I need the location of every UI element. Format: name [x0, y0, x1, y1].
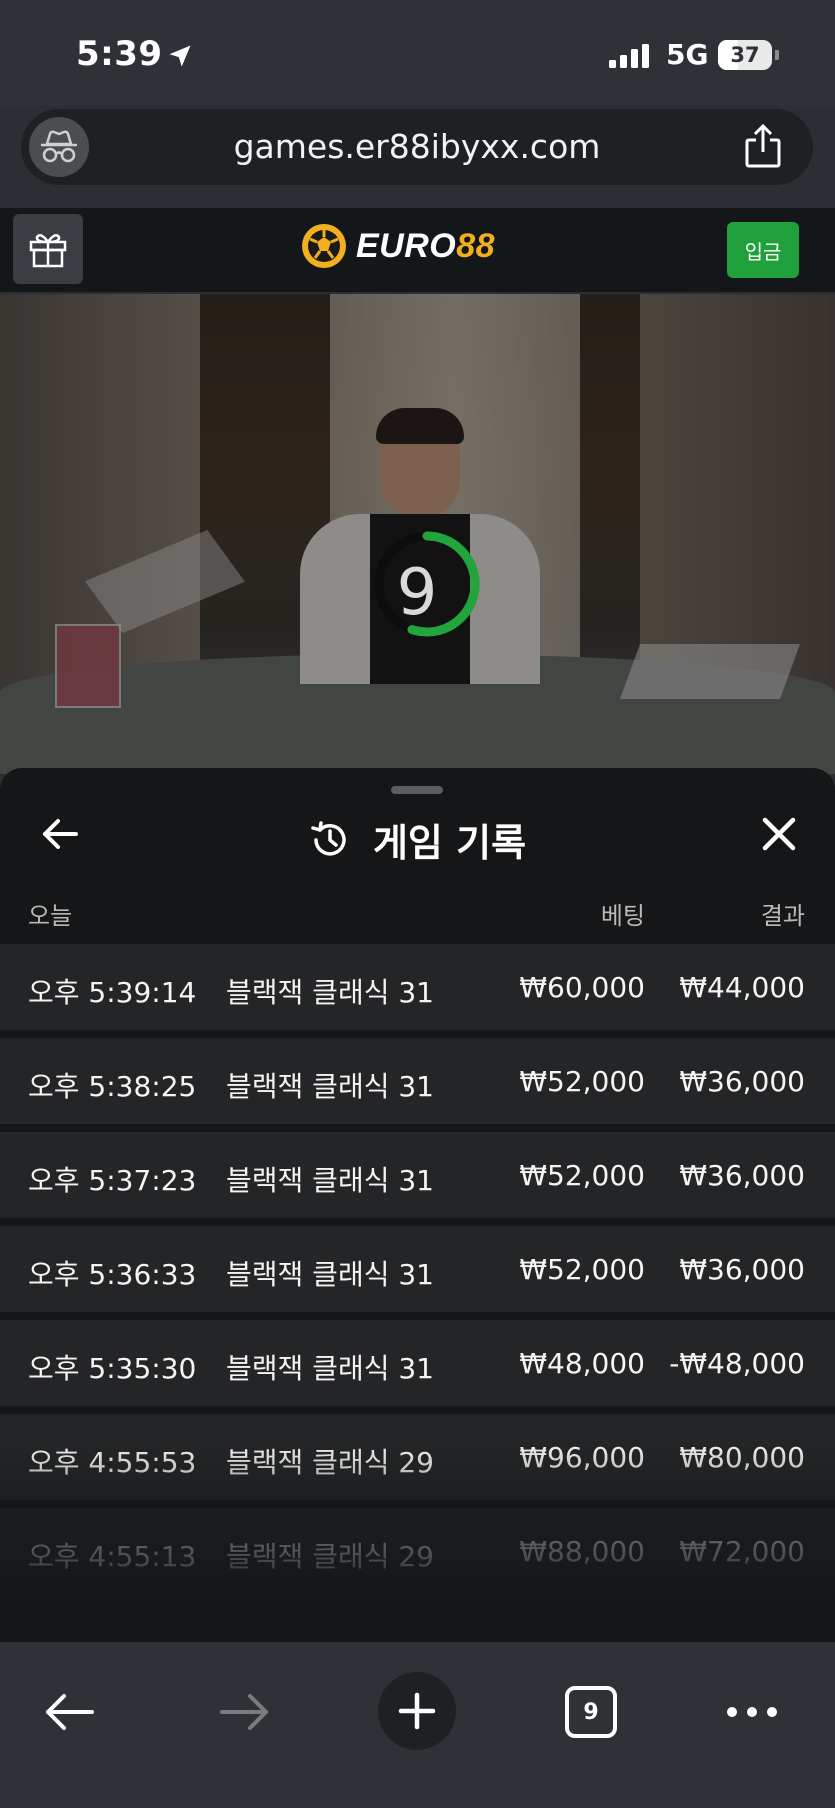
deposit-button[interactable]: 입금	[727, 222, 799, 278]
game-history-sheet: 게임 기록 오늘 베팅 결과 오후 5:39:14 블랙잭 클래식 31 ₩60…	[0, 768, 835, 1642]
status-bar: 5:39 5G 37	[0, 0, 835, 106]
soccer-ball-icon	[302, 224, 346, 268]
share-icon[interactable]	[743, 123, 783, 169]
column-header-today: 오늘	[28, 902, 73, 930]
history-row[interactable]: 오후 5:39:14 블랙잭 클래식 31 ₩60,000 ₩44,000	[0, 944, 835, 1030]
row-result: ₩36,000	[679, 1159, 805, 1192]
battery-indicator: 37	[718, 40, 772, 70]
row-time: 오후 5:37:23	[28, 1164, 197, 1197]
row-time: 오후 4:55:53	[28, 1446, 197, 1479]
browser-toolbar: 9	[0, 1642, 835, 1808]
row-bet: ₩60,000	[519, 971, 645, 1004]
row-result: ₩80,000	[679, 1441, 805, 1474]
network-type: 5G	[666, 38, 709, 71]
row-time: 오후 5:36:33	[28, 1258, 197, 1291]
history-row[interactable]: 오후 5:36:33 블랙잭 클래식 31 ₩52,000 ₩36,000	[0, 1226, 835, 1312]
row-game: 블랙잭 클래식 31	[226, 976, 434, 1009]
browser-back-button[interactable]	[40, 1682, 100, 1742]
history-row[interactable]: 오후 4:55:13 블랙잭 클래식 29 ₩88,000 ₩72,000	[0, 1508, 835, 1594]
history-row[interactable]: 오후 5:37:23 블랙잭 클래식 31 ₩52,000 ₩36,000	[0, 1132, 835, 1218]
incognito-icon	[41, 130, 77, 163]
row-bet: ₩52,000	[519, 1159, 645, 1192]
row-result: ₩44,000	[679, 971, 805, 1004]
incognito-button[interactable]	[29, 117, 89, 177]
status-time: 5:39	[76, 34, 163, 74]
row-time: 오후 5:35:30	[28, 1352, 197, 1385]
row-result: ₩72,000	[679, 1535, 805, 1568]
sheet-title: 게임 기록	[372, 821, 527, 865]
back-arrow-icon	[46, 1694, 94, 1730]
row-bet: ₩88,000	[519, 1535, 645, 1568]
row-game: 블랙잭 클래식 31	[226, 1352, 434, 1385]
row-game: 블랙잭 클래식 29	[226, 1540, 434, 1573]
battery-level: 37	[730, 43, 760, 67]
logo-text-euro: EURO	[356, 226, 457, 265]
row-time: 오후 5:39:14	[28, 976, 197, 1009]
signal-bars-icon	[609, 44, 649, 68]
row-result: ₩36,000	[679, 1253, 805, 1286]
new-tab-button[interactable]	[378, 1672, 456, 1750]
site-header: EURO88 입금	[0, 208, 835, 292]
row-time: 오후 4:55:13	[28, 1540, 197, 1573]
row-bet: ₩52,000	[519, 1253, 645, 1286]
url-text[interactable]: games.er88ibyxx.com	[121, 127, 713, 166]
navigation-arrow-icon	[169, 45, 191, 67]
logo-text-88: 88	[456, 226, 496, 265]
battery-nub	[775, 50, 779, 60]
row-result: -₩48,000	[669, 1347, 805, 1380]
tabs-icon[interactable]: 9	[565, 1686, 617, 1738]
history-row[interactable]: 오후 5:35:30 블랙잭 클래식 31 ₩48,000 -₩48,000	[0, 1320, 835, 1406]
row-game: 블랙잭 클래식 31	[226, 1164, 434, 1197]
more-button[interactable]	[722, 1684, 782, 1740]
countdown-number: 9	[396, 556, 438, 630]
row-time: 오후 5:38:25	[28, 1070, 197, 1103]
history-row[interactable]: 오후 4:55:53 블랙잭 클래식 29 ₩96,000 ₩80,000	[0, 1414, 835, 1500]
drag-handle[interactable]	[391, 786, 443, 794]
row-bet: ₩96,000	[519, 1441, 645, 1474]
history-row[interactable]: 오후 5:38:25 블랙잭 클래식 31 ₩52,000 ₩36,000	[0, 1038, 835, 1124]
history-list: 오후 5:39:14 블랙잭 클래식 31 ₩60,000 ₩44,000 오후…	[0, 944, 835, 1602]
close-icon[interactable]	[759, 814, 799, 854]
row-game: 블랙잭 클래식 31	[226, 1070, 434, 1103]
column-header-bet: 베팅	[600, 902, 645, 930]
column-header-result: 결과	[760, 902, 805, 930]
plus-icon	[398, 1692, 436, 1730]
tab-count: 9	[583, 1699, 599, 1725]
row-bet: ₩48,000	[519, 1347, 645, 1380]
history-icon	[311, 820, 346, 856]
more-icon	[727, 1707, 777, 1717]
forward-arrow-icon	[220, 1694, 268, 1730]
live-dealer-video[interactable]: 9	[0, 294, 835, 774]
row-bet: ₩52,000	[519, 1065, 645, 1098]
gift-button[interactable]	[13, 214, 83, 284]
site-logo[interactable]: EURO88	[300, 222, 495, 270]
browser-forward-button[interactable]	[214, 1682, 274, 1742]
row-game: 블랙잭 클래식 31	[226, 1258, 434, 1291]
gift-icon	[29, 234, 67, 268]
row-game: 블랙잭 클래식 29	[226, 1446, 434, 1479]
address-bar[interactable]: games.er88ibyxx.com	[21, 109, 813, 185]
row-result: ₩36,000	[679, 1065, 805, 1098]
